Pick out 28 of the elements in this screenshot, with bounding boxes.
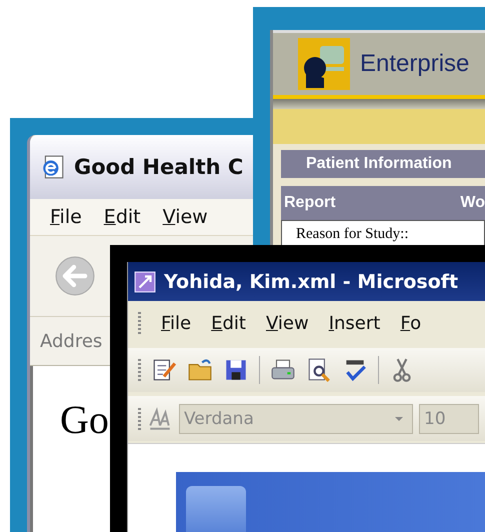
caret-icon — [394, 416, 404, 422]
toolbar-grip[interactable] — [138, 408, 141, 430]
field-label: Reason for Study:: — [296, 226, 408, 242]
window-title: Yohida, Kim.xml - Microsoft — [164, 270, 458, 293]
section-header: Patient Information — [281, 150, 485, 178]
folder-icon[interactable] — [187, 357, 213, 384]
edit-document-icon[interactable] — [151, 357, 177, 384]
back-button[interactable] — [55, 256, 95, 296]
menu-item[interactable]: File — [50, 206, 82, 228]
toolbar-grip[interactable] — [138, 359, 141, 382]
menu-item[interactable]: Fo — [400, 312, 422, 334]
app-icon — [134, 270, 156, 293]
menu-item[interactable]: View — [266, 312, 309, 334]
address-label: Addres — [40, 330, 102, 352]
window-title: Good Health C — [74, 155, 244, 179]
print-preview-icon[interactable] — [306, 357, 332, 384]
page-heading: Go — [60, 397, 109, 442]
person-speech-bubble-icon — [298, 38, 350, 90]
menu-item[interactable]: File — [161, 312, 192, 334]
styles-icon[interactable] — [147, 406, 173, 432]
column-header: Wo — [460, 194, 485, 212]
app-title: Enterprise — [360, 50, 470, 78]
column-header: Report — [284, 194, 336, 212]
menu-item[interactable]: Edit — [211, 312, 246, 334]
toolbar-grip[interactable] — [138, 312, 141, 334]
menu-item[interactable]: Insert — [328, 312, 380, 334]
menu-item[interactable]: View — [162, 206, 208, 228]
menu-item[interactable]: Edit — [104, 206, 141, 228]
